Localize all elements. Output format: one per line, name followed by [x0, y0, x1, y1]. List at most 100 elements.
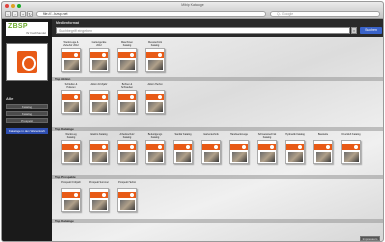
- catalog-item[interactable]: Gartengeräte 2012: [89, 41, 109, 72]
- catalog-title: Handwerkzeuge: [229, 133, 249, 136]
- sidebar-button-1[interactable]: Katalog: [6, 104, 48, 109]
- catalog-item[interactable]: Gartentechnik: [201, 133, 221, 164]
- catalog-title: Werkzeuge & Zubehör 2012: [63, 41, 79, 47]
- catalog-title: Druckluft Katalog: [341, 133, 361, 136]
- cover-image: [64, 102, 79, 112]
- catalog-cover[interactable]: [257, 140, 277, 164]
- cover-logo-icon: [158, 95, 162, 99]
- clear-search-icon[interactable]: ×: [351, 27, 357, 34]
- catalog-title: Maschinen Katalog: [120, 41, 134, 47]
- title-bar: Mibip Kataoge: [2, 2, 383, 10]
- search-label: Medienformat: [56, 21, 79, 25]
- catalog-title: Baustelle: [317, 133, 329, 136]
- catalog-cover[interactable]: [313, 140, 333, 164]
- cover-image: [148, 60, 163, 70]
- cover-image: [64, 200, 79, 210]
- catalog-title: Prospekt Frühjahr: [61, 181, 81, 184]
- catalog-cover[interactable]: [117, 48, 137, 72]
- catalog-cover[interactable]: [117, 188, 137, 212]
- cover-image: [148, 102, 163, 112]
- catalog-title: Gartentechnik: [203, 133, 219, 136]
- cover-logo-icon: [74, 145, 78, 149]
- catalog-title: Gartengeräte 2012: [91, 41, 107, 47]
- catalog-cover[interactable]: [145, 140, 165, 164]
- brand-image: [6, 43, 48, 81]
- window-title: Mibip Kataoge: [181, 3, 204, 7]
- impressum-button[interactable]: Impressum: [360, 236, 380, 241]
- catalog-cover[interactable]: [173, 140, 193, 164]
- catalog-item[interactable]: Messtechnik Katalog: [145, 41, 165, 72]
- share-icon[interactable]: +: [20, 11, 26, 17]
- catalog-item[interactable]: Aktion Herbst: [145, 83, 165, 114]
- catalog-cover[interactable]: [229, 140, 249, 164]
- catalog-item[interactable]: Arbeitsschutz Katalog: [117, 133, 137, 164]
- forward-icon[interactable]: ›: [12, 11, 18, 17]
- catalog-item[interactable]: Maschinen Katalog: [117, 41, 137, 72]
- cover-image: [176, 152, 191, 162]
- catalog-cover[interactable]: [61, 188, 81, 212]
- sidebar-button-3[interactable]: Prospekt: [6, 118, 48, 123]
- catalog-title: Elektro Katalog: [90, 133, 108, 136]
- catalog-cover[interactable]: [61, 140, 81, 164]
- cover-image: [64, 60, 79, 70]
- catalog-item[interactable]: Prospekt Frühjahr: [61, 181, 81, 212]
- catalog-title: Bohren & Schrauben: [120, 83, 134, 89]
- search-input[interactable]: Suchbegriff eingeben: [56, 27, 350, 34]
- catalog-item[interactable]: Werkzeug Katalog: [61, 133, 81, 164]
- catalog-item[interactable]: Elektro Katalog: [89, 133, 109, 164]
- catalog-cover[interactable]: [89, 140, 109, 164]
- catalog-cover[interactable]: [61, 90, 81, 114]
- address-bar[interactable]: file:///...bzsp.net: [36, 11, 266, 17]
- zbsp-logo[interactable]: ZBSP Ihr Fachhandel: [6, 22, 48, 36]
- catalog-cover[interactable]: [89, 188, 109, 212]
- catalog-item[interactable]: Hydraulik Katalog: [285, 133, 305, 164]
- main-content: Medienformat Suchbegriff eingeben × Such…: [52, 19, 383, 241]
- catalog-item[interactable]: Werkzeuge & Zubehör 2012: [61, 41, 81, 72]
- cover-image: [92, 60, 107, 70]
- cover-logo-icon: [214, 145, 218, 149]
- catalog-cover[interactable]: [201, 140, 221, 164]
- catalog-cover[interactable]: [61, 48, 81, 72]
- cover-logo-icon: [158, 53, 162, 57]
- catalog-item[interactable]: Aktion Frühjahr: [89, 83, 109, 114]
- browser-window: Mibip Kataoge ‹ › + ↻ file:///...bzsp.ne…: [1, 1, 384, 242]
- catalog-item[interactable]: Sanitär Katalog: [173, 133, 193, 164]
- cover-logo-icon: [130, 145, 134, 149]
- catalog-title: Schweisstechnik Katalog: [257, 133, 277, 139]
- sidebar-action-button[interactable]: Kataloge in den Warenkorb: [6, 128, 48, 134]
- catalog-title: Arbeitsschutz Katalog: [119, 133, 135, 139]
- catalog-item[interactable]: Handwerkzeuge: [229, 133, 249, 164]
- search-button[interactable]: Suchen: [360, 27, 382, 34]
- catalog-item[interactable]: Druckluft Katalog: [341, 133, 361, 164]
- catalog-title: Prospekt Sommer: [89, 181, 109, 184]
- catalog-title: Messtechnik Katalog: [148, 41, 162, 47]
- catalog-cover[interactable]: [145, 90, 165, 114]
- catalog-item[interactable]: Befestigungs Katalog: [145, 133, 165, 164]
- catalog-cover[interactable]: [341, 140, 361, 164]
- toolbar-search-field[interactable]: Q- Google: [270, 11, 380, 17]
- sidebar-button-2[interactable]: Katalog: [6, 111, 48, 116]
- catalog-cover[interactable]: [145, 48, 165, 72]
- catalog-cover[interactable]: [117, 90, 137, 114]
- catalog-item[interactable]: Prospekt Herbst: [117, 181, 137, 212]
- catalog-title: Befestigungs Katalog: [147, 133, 163, 139]
- catalog-cover[interactable]: [89, 48, 109, 72]
- catalog-cover[interactable]: [89, 90, 109, 114]
- back-icon[interactable]: ‹: [5, 11, 11, 17]
- cover-logo-icon: [130, 95, 134, 99]
- catalog-item[interactable]: Bohren & Schrauben: [117, 83, 137, 114]
- cover-image: [120, 60, 135, 70]
- catalog-item[interactable]: Schleifen & Polieren: [61, 83, 81, 114]
- catalog-cover[interactable]: [285, 140, 305, 164]
- cover-logo-icon: [74, 95, 78, 99]
- catalog-item[interactable]: Baustelle: [313, 133, 333, 164]
- cover-image: [344, 152, 359, 162]
- catalog-item[interactable]: Schweisstechnik Katalog: [257, 133, 277, 164]
- cover-image: [148, 152, 163, 162]
- catalog-item[interactable]: Prospekt Sommer: [89, 181, 109, 212]
- catalog-cover[interactable]: [117, 140, 137, 164]
- cover-logo-icon: [74, 193, 78, 197]
- section-header: Top Kataloge: [52, 127, 383, 131]
- cover-logo-icon: [186, 145, 190, 149]
- reload-icon[interactable]: ↻: [27, 11, 33, 17]
